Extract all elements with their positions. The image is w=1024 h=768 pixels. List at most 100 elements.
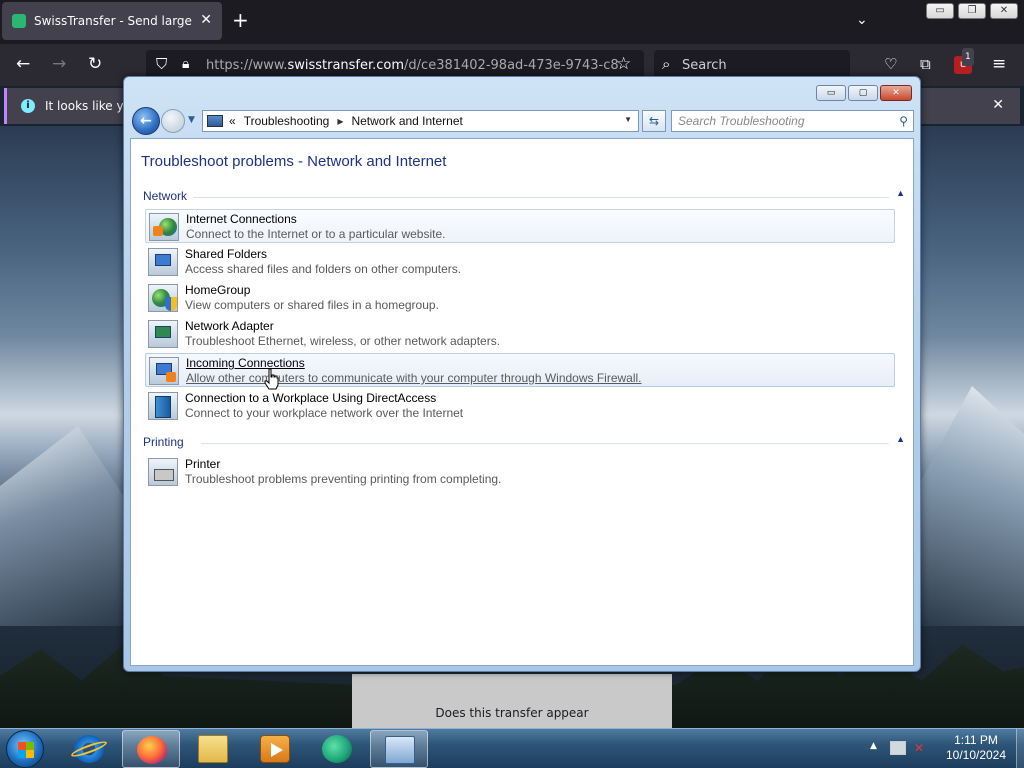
item-title: Connection to a Workplace Using DirectAc… bbox=[185, 391, 437, 405]
show-hidden-icons-button[interactable]: ▲ bbox=[870, 741, 877, 751]
item-title: Incoming Connections bbox=[186, 356, 305, 370]
collapse-chevron-icon[interactable]: ▲ bbox=[896, 188, 905, 198]
file-explorer-icon bbox=[198, 735, 228, 763]
list-item-incoming-connections[interactable]: Incoming Connections Allow other compute… bbox=[145, 353, 895, 387]
browser-restore-button[interactable]: ❐ bbox=[958, 3, 986, 19]
volume-muted-icon[interactable]: ✕ bbox=[914, 741, 928, 755]
search-placeholder: Search bbox=[682, 57, 727, 73]
item-description: Connect to the Internet or to a particul… bbox=[186, 227, 446, 241]
info-icon: i bbox=[21, 99, 35, 113]
item-description: Connect to your workplace network over t… bbox=[185, 406, 464, 420]
search-icon: ⌕ bbox=[662, 55, 671, 73]
app-icon bbox=[322, 735, 352, 763]
bookmark-star-icon[interactable]: ☆ bbox=[616, 55, 631, 73]
directaccess-icon bbox=[148, 392, 178, 420]
hand-cursor-icon bbox=[264, 368, 279, 390]
group-header-network[interactable]: Network ▲ bbox=[143, 188, 907, 203]
media-player-icon bbox=[260, 735, 290, 763]
taskbar: ▲ ✕ 1:11 PM 10/10/2024 bbox=[0, 728, 1024, 768]
troubleshooting-search-input[interactable]: Search Troubleshooting ⚲ bbox=[671, 110, 914, 132]
content-pane: Troubleshoot problems - Network and Inte… bbox=[130, 138, 914, 666]
address-bar[interactable]: « Troubleshooting ▶ Network and Internet… bbox=[202, 110, 639, 132]
browser-tab-bar: SwissTransfer - Send large files ✕ + ⌄ ▭… bbox=[0, 0, 1024, 44]
extensions-icon[interactable]: ⧉ bbox=[920, 55, 931, 73]
show-desktop-button[interactable] bbox=[1016, 729, 1024, 768]
notification-close-icon[interactable]: ✕ bbox=[992, 97, 1004, 113]
breadcrumb-network-and-internet[interactable]: Network and Internet bbox=[351, 114, 462, 128]
search-placeholder: Search Troubleshooting bbox=[678, 114, 805, 128]
url-path: /d/ce381402-98ad-473e-9743-c8 bbox=[404, 57, 619, 73]
network-icon[interactable] bbox=[890, 741, 906, 755]
taskbar-file-explorer[interactable] bbox=[184, 730, 242, 768]
clock-date: 10/10/2024 bbox=[945, 748, 1007, 762]
list-item-internet-connections[interactable]: Internet Connections Connect to the Inte… bbox=[145, 209, 895, 243]
item-description: Allow other computers to communicate wit… bbox=[186, 371, 642, 385]
firefox-icon bbox=[137, 736, 167, 764]
item-title: HomeGroup bbox=[185, 283, 251, 297]
forward-arrow-icon[interactable]: → bbox=[52, 55, 66, 73]
forward-button[interactable] bbox=[161, 109, 185, 133]
window-maximize-button[interactable]: ▢ bbox=[848, 85, 878, 101]
tab-title: SwissTransfer - Send large files bbox=[34, 14, 194, 28]
report-question: Does this transfer appear bbox=[435, 706, 589, 720]
mountain-image bbox=[920, 386, 1024, 626]
list-item-shared-folders[interactable]: Shared Folders Access shared files and f… bbox=[145, 245, 895, 279]
list-item-directaccess[interactable]: Connection to a Workplace Using DirectAc… bbox=[145, 389, 895, 423]
homegroup-icon bbox=[148, 284, 178, 312]
clock[interactable]: 1:11 PM 10/10/2024 bbox=[940, 733, 1012, 763]
troubleshooting-window: ▭ ▢ ✕ ← ▼ « Troubleshooting ▶ Network an… bbox=[123, 76, 921, 672]
list-all-tabs-button[interactable]: ⌄ bbox=[856, 12, 868, 28]
group-header-printing[interactable]: Printing ▲ bbox=[143, 434, 907, 449]
menu-icon[interactable]: ≡ bbox=[992, 55, 1006, 73]
taskbar-internet-explorer[interactable] bbox=[60, 730, 118, 768]
breadcrumb-troubleshooting[interactable]: Troubleshooting bbox=[244, 114, 330, 128]
control-panel-icon bbox=[207, 115, 223, 127]
recent-pages-dropdown[interactable]: ▼ bbox=[188, 115, 195, 125]
browser-tab[interactable]: SwissTransfer - Send large files ✕ bbox=[2, 2, 222, 40]
address-dropdown-icon[interactable]: ▼ bbox=[624, 115, 632, 124]
browser-minimize-button[interactable]: ▭ bbox=[926, 3, 954, 19]
item-title: Shared Folders bbox=[185, 247, 268, 261]
pocket-icon[interactable]: ♡ bbox=[884, 55, 897, 73]
group-divider bbox=[201, 443, 889, 444]
reload-icon[interactable]: ↻ bbox=[88, 55, 102, 73]
taskbar-app[interactable] bbox=[308, 730, 366, 768]
mountain-image bbox=[0, 426, 130, 626]
lock-icon[interactable]: 🔒︎ bbox=[182, 55, 189, 73]
item-title: Printer bbox=[185, 457, 221, 471]
collapse-chevron-icon[interactable]: ▲ bbox=[896, 434, 905, 444]
item-description: Troubleshoot Ethernet, wireless, or othe… bbox=[185, 334, 501, 348]
printer-icon bbox=[148, 458, 178, 486]
browser-close-button[interactable]: ✕ bbox=[990, 3, 1018, 19]
network-adapter-icon bbox=[148, 320, 178, 348]
shield-icon[interactable]: ⛉ bbox=[156, 55, 167, 73]
internet-connections-icon bbox=[149, 213, 179, 241]
list-item-network-adapter[interactable]: Network Adapter Troubleshoot Ethernet, w… bbox=[145, 317, 895, 351]
list-item-homegroup[interactable]: HomeGroup View computers or shared files… bbox=[145, 281, 895, 315]
breadcrumb-chevron[interactable]: « bbox=[229, 114, 236, 128]
taskbar-control-panel[interactable] bbox=[370, 730, 428, 768]
incoming-connections-icon bbox=[149, 357, 179, 385]
window-minimize-button[interactable]: ▭ bbox=[816, 85, 846, 101]
taskbar-firefox[interactable] bbox=[122, 730, 180, 768]
start-button[interactable] bbox=[6, 730, 44, 768]
list-item-printer[interactable]: Printer Troubleshoot problems preventing… bbox=[145, 455, 895, 489]
control-panel-icon bbox=[385, 736, 415, 764]
tab-close-icon[interactable]: ✕ bbox=[200, 12, 212, 28]
item-description: Access shared files and folders on other… bbox=[185, 262, 462, 276]
search-icon[interactable]: ⚲ bbox=[899, 111, 908, 131]
window-close-button[interactable]: ✕ bbox=[880, 85, 912, 101]
refresh-button[interactable]: ⇆ bbox=[642, 110, 666, 132]
internet-explorer-icon bbox=[69, 735, 109, 763]
item-description: View computers or shared files in a home… bbox=[185, 298, 439, 312]
new-tab-button[interactable]: + bbox=[232, 10, 249, 30]
shared-folders-icon bbox=[148, 248, 178, 276]
group-divider bbox=[193, 197, 889, 198]
back-arrow-icon[interactable]: ← bbox=[16, 55, 30, 73]
item-title: Network Adapter bbox=[185, 319, 274, 333]
back-button[interactable]: ← bbox=[132, 107, 160, 135]
swisstransfer-favicon-icon bbox=[12, 14, 26, 28]
breadcrumb-separator-icon[interactable]: ▶ bbox=[337, 117, 343, 126]
taskbar-media-player[interactable] bbox=[246, 730, 304, 768]
webpage-report-panel: Does this transfer appear bbox=[352, 674, 672, 728]
